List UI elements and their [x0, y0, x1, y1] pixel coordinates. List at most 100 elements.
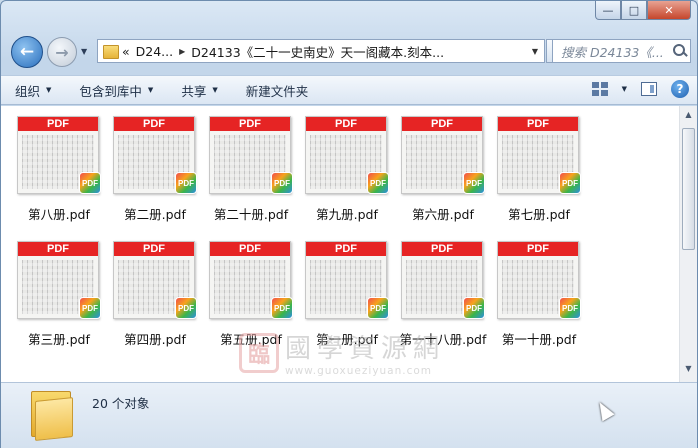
- pdf-app-icon: PDF: [559, 297, 581, 319]
- address-bar[interactable]: « D24... ▶ D24133《二十一史南史》天一阁藏本.刻本... ▼ ⟳: [97, 39, 570, 63]
- file-name: 第八册.pdf: [28, 207, 90, 222]
- pdf-app-icon: PDF: [367, 297, 389, 319]
- file-item[interactable]: PDF PDF 第一十册.pdf: [491, 241, 587, 348]
- pdf-band-label: PDF: [210, 117, 290, 131]
- maximize-button[interactable]: □: [621, 1, 647, 20]
- pdf-thumbnail: PDF PDF: [113, 241, 197, 323]
- search-input[interactable]: 搜索 D24133《...: [561, 42, 670, 61]
- pdf-app-icon: PDF: [79, 172, 101, 194]
- file-grid: PDF PDF 第八册.pdf PDF PDF 第二册.pdf PDF PDF 第二十册.pdf…: [11, 116, 587, 348]
- file-name: 第一十册.pdf: [501, 332, 577, 347]
- breadcrumb: « D24... ▶ D24133《二十一史南史》天一阁藏本.刻本...: [122, 42, 444, 61]
- forward-button[interactable]: →: [47, 37, 77, 67]
- file-item[interactable]: PDF PDF 第八册.pdf: [11, 116, 107, 223]
- file-name: 第五册.pdf: [220, 332, 282, 347]
- pdf-band-label: PDF: [402, 117, 482, 131]
- scroll-down-icon[interactable]: ▼: [682, 364, 695, 378]
- include-library-label: 包含到库中: [79, 83, 142, 99]
- pdf-thumbnail: PDF PDF: [209, 241, 293, 323]
- include-in-library-menu[interactable]: 包含到库中 ▼: [79, 81, 153, 100]
- folder-icon: [102, 44, 122, 59]
- pdf-app-icon: PDF: [559, 172, 581, 194]
- file-name: 第七册.pdf: [508, 207, 570, 222]
- help-icon[interactable]: ?: [671, 80, 689, 98]
- chevron-down-icon: ▼: [46, 86, 52, 94]
- change-view-icon[interactable]: [591, 82, 608, 96]
- organize-menu[interactable]: 组织 ▼: [15, 81, 51, 100]
- command-bar: 组织 ▼ 包含到库中 ▼ 共享 ▼ 新建文件夹 ▼ ?: [1, 75, 697, 105]
- pdf-thumbnail: PDF PDF: [497, 241, 581, 323]
- pdf-app-icon: PDF: [175, 172, 197, 194]
- pdf-thumbnail: PDF PDF: [17, 116, 101, 198]
- new-folder-button[interactable]: 新建文件夹: [246, 81, 309, 100]
- file-item[interactable]: PDF PDF 第三册.pdf: [11, 241, 107, 348]
- pdf-app-icon: PDF: [463, 172, 485, 194]
- chevron-down-icon: ▼: [212, 86, 218, 94]
- file-name: 第一册.pdf: [316, 332, 378, 347]
- file-item[interactable]: PDF PDF 第五册.pdf: [203, 241, 299, 348]
- chevron-down-icon: ▼: [147, 86, 154, 94]
- close-button[interactable]: ✕: [647, 1, 691, 20]
- share-menu[interactable]: 共享 ▼: [181, 81, 217, 100]
- pdf-thumbnail: PDF PDF: [209, 116, 293, 198]
- pdf-band-label: PDF: [306, 117, 386, 131]
- pdf-app-icon: PDF: [463, 297, 485, 319]
- search-box[interactable]: 搜索 D24133《...: [552, 39, 691, 63]
- file-name: 第二十册.pdf: [213, 207, 289, 222]
- pdf-band-label: PDF: [18, 242, 98, 256]
- preview-pane-icon[interactable]: [641, 82, 657, 96]
- scrollbar-thumb[interactable]: [682, 128, 695, 250]
- file-item[interactable]: PDF PDF 第一十八册.pdf: [395, 241, 491, 348]
- minimize-button[interactable]: —: [595, 1, 621, 20]
- caption-buttons: — □ ✕: [595, 1, 691, 20]
- breadcrumb-item-current[interactable]: D24133《二十一史南史》天一阁藏本.刻本...: [191, 42, 444, 61]
- file-item[interactable]: PDF PDF 第二册.pdf: [107, 116, 203, 223]
- file-item[interactable]: PDF PDF 第七册.pdf: [491, 116, 587, 223]
- file-name: 第四册.pdf: [124, 332, 186, 347]
- file-item[interactable]: PDF PDF 第二十册.pdf: [203, 116, 299, 223]
- pdf-thumbnail: PDF PDF: [401, 116, 485, 198]
- pdf-band-label: PDF: [402, 242, 482, 256]
- search-icon[interactable]: [670, 41, 690, 61]
- address-dropdown-icon[interactable]: ▼: [526, 47, 544, 56]
- folder-icon: [31, 389, 73, 441]
- file-item[interactable]: PDF PDF 第四册.pdf: [107, 241, 203, 348]
- vertical-scrollbar[interactable]: ▲ ▼: [679, 106, 697, 382]
- file-name: 第九册.pdf: [316, 207, 378, 222]
- share-label: 共享: [181, 83, 207, 99]
- details-pane: 20 个对象: [1, 382, 697, 448]
- view-dropdown-icon[interactable]: ▼: [622, 85, 627, 93]
- file-name: 第六册.pdf: [412, 207, 474, 222]
- toolbar-right-group: ▼ ?: [591, 80, 689, 98]
- pdf-band-label: PDF: [210, 242, 290, 256]
- back-button[interactable]: ←: [11, 36, 43, 68]
- pdf-thumbnail: PDF PDF: [113, 116, 197, 198]
- pdf-band-label: PDF: [18, 117, 98, 131]
- pdf-band-label: PDF: [498, 242, 578, 256]
- item-count: 20 个对象: [92, 396, 150, 411]
- explorer-window: — □ ✕ ← → ▼ « D24... ▶ D24133《二十一史南史》天一阁…: [0, 0, 698, 448]
- breadcrumb-overflow[interactable]: «: [122, 44, 130, 59]
- pdf-thumbnail: PDF PDF: [17, 241, 101, 323]
- file-name: 第二册.pdf: [124, 207, 186, 222]
- file-item[interactable]: PDF PDF 第六册.pdf: [395, 116, 491, 223]
- pdf-band-label: PDF: [114, 117, 194, 131]
- scroll-up-icon[interactable]: ▲: [682, 110, 695, 124]
- file-item[interactable]: PDF PDF 第一册.pdf: [299, 241, 395, 348]
- new-folder-label: 新建文件夹: [245, 83, 309, 99]
- pdf-thumbnail: PDF PDF: [497, 116, 581, 198]
- watermark-url: www.guoxueziyuan.com: [285, 365, 433, 377]
- pdf-band-label: PDF: [114, 242, 194, 256]
- organize-label: 组织: [15, 83, 41, 99]
- pdf-band-label: PDF: [498, 117, 578, 131]
- navigation-bar: ← → ▼ « D24... ▶ D24133《二十一史南史》天一阁藏本.刻本.…: [1, 35, 697, 69]
- history-dropdown-icon[interactable]: ▼: [81, 47, 87, 56]
- pdf-app-icon: PDF: [175, 297, 197, 319]
- pdf-thumbnail: PDF PDF: [305, 241, 389, 323]
- breadcrumb-separator-icon[interactable]: ▶: [179, 47, 185, 56]
- pdf-app-icon: PDF: [367, 172, 389, 194]
- breadcrumb-item-parent[interactable]: D24...: [136, 44, 173, 59]
- file-list-area[interactable]: PDF PDF 第八册.pdf PDF PDF 第二册.pdf PDF PDF 第二十册.pdf…: [1, 106, 679, 382]
- file-name: 第一十八册.pdf: [399, 332, 487, 347]
- file-item[interactable]: PDF PDF 第九册.pdf: [299, 116, 395, 223]
